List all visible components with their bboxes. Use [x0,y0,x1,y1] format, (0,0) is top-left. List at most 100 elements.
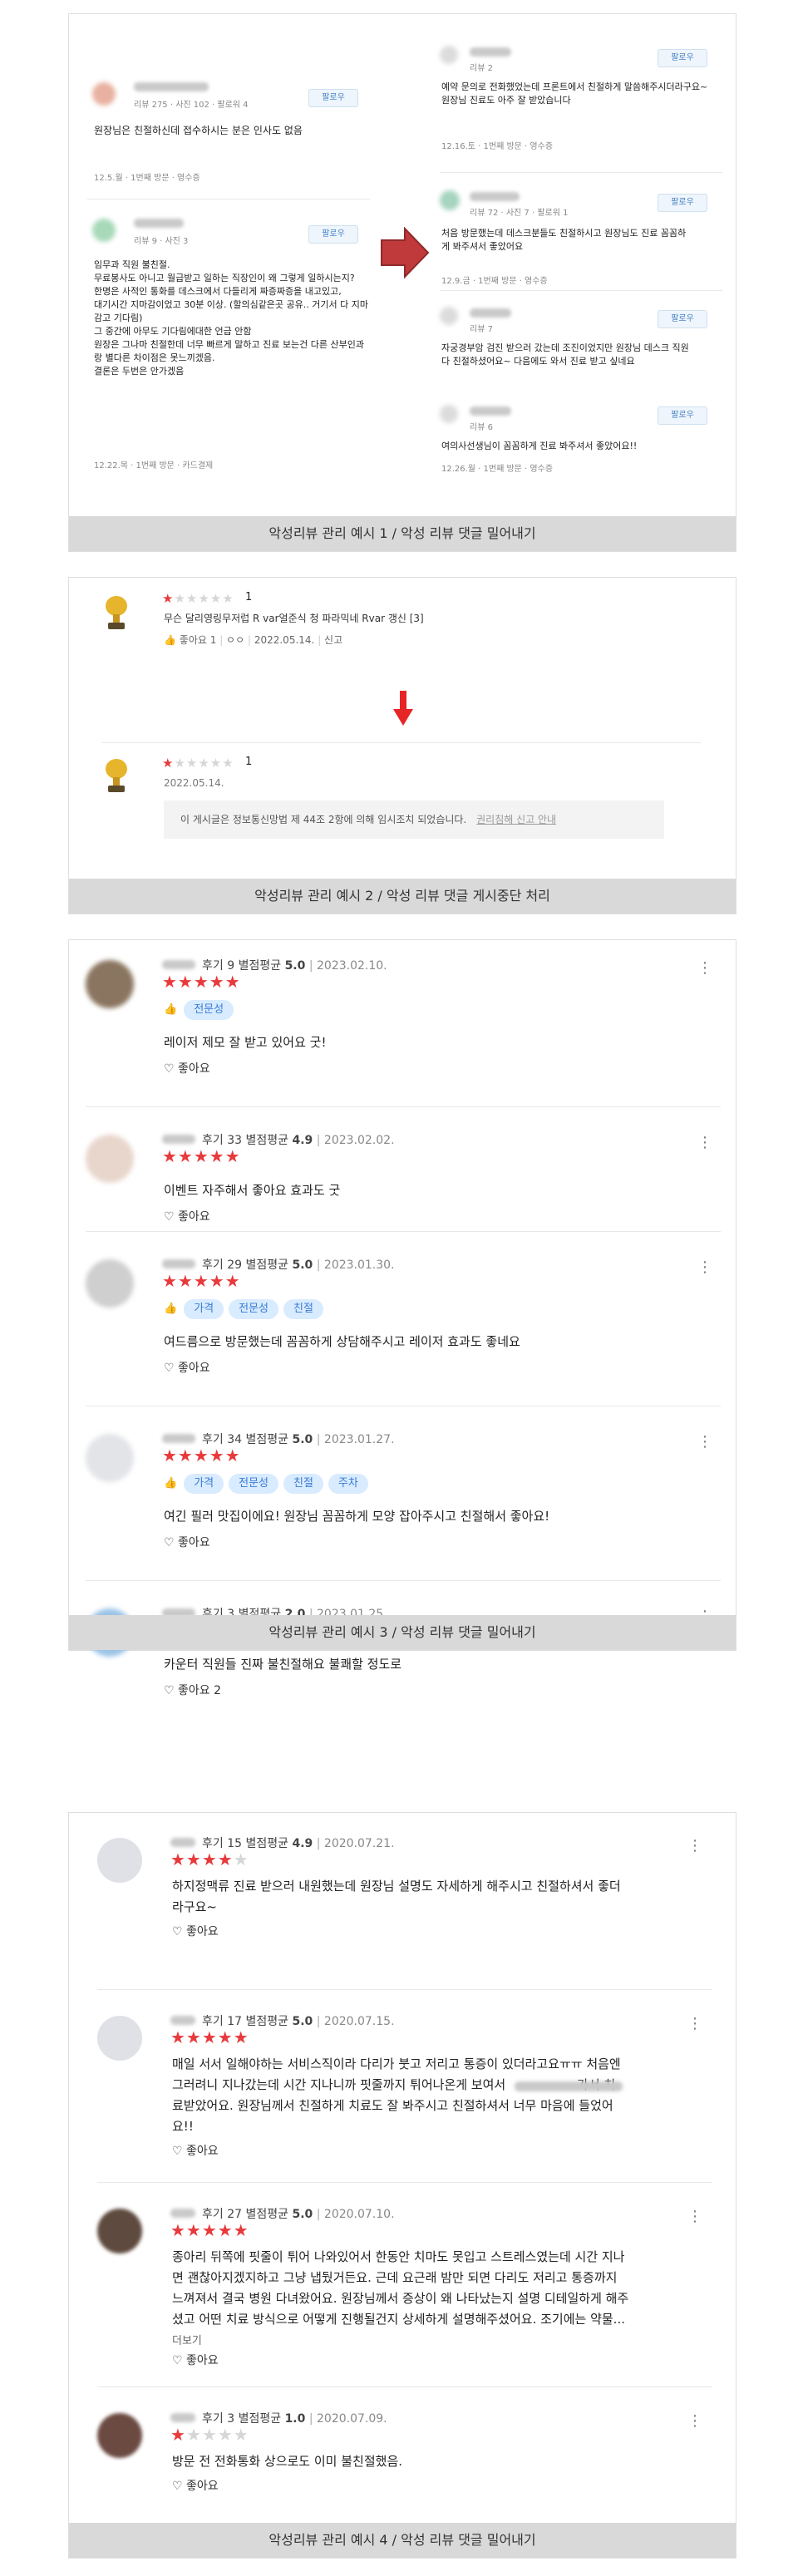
rating-stars: ★★★★★ [170,2425,249,2445]
divider [97,1989,712,1990]
username-blurred [170,1838,195,1847]
notice-text: 이 게시글은 정보통신망법 제 44조 2항에 의해 임시조치 되었습니다. [180,814,467,825]
follow-button[interactable]: 팔로우 [658,194,707,212]
username-blurred [162,1135,195,1144]
comment-after: ★★★★★★ 1 2022.05.14. 이 게시글은 정보통신망법 제 44조… [102,752,701,860]
review-meta: 후기 33 별점평균 4.9 | 2023.02.02. [202,1134,395,1147]
review-line: 셨고 어떤 치료 방식으로 어떻게 진행될건지 상세하게 설명해주셨어요. 조기… [172,2312,625,2327]
thumbs-up-icon: 👍 [164,1303,178,1315]
username-blurred [134,219,184,228]
divider [440,172,722,173]
review-date: 2020.07.10. [323,2208,395,2221]
review-line: 그 중간에 아무도 기다림에대한 언급 안함 [94,326,252,337]
like-button[interactable]: ♡ 좋아요 [172,2352,219,2368]
follow-button[interactable]: 팔로우 [658,310,707,328]
review-line: 그러려니 지나갔는데 시간 지나니까 핏줄까지 튀어나온게 보여서 가서 치 [172,2077,616,2092]
rating-score: 1 [245,591,253,603]
more-options-icon[interactable]: ⋮ [697,1135,712,1151]
average-score: 5.0 [292,1433,313,1446]
like-button[interactable]: ♡ 좋아요 [164,1208,210,1224]
follow-button[interactable]: 팔로우 [658,49,707,67]
divider [97,2182,712,2183]
like-button[interactable]: ♡ 좋아요 [172,2142,219,2159]
review-date: 2020.07.09. [317,2412,387,2426]
keyword-tags: 👍 전문성 [164,1000,239,1020]
average-score: 4.9 [292,1134,313,1147]
reviewer-stats: 리뷰 9 · 사진 3 [134,237,189,246]
heart-icon: ♡ [172,2354,183,2367]
avatar [97,2016,142,2061]
like-button[interactable]: ♡ 좋아요 [172,2477,219,2494]
arrow-right-icon [381,227,430,278]
review-text: 종아리 뒤쪽에 핏줄이 튀어 나와있어서 한동안 치마도 못입고 스트레스였는데… [172,2247,704,2330]
like-button[interactable]: ♡ 좋아요 [172,1923,219,1939]
comment-footer: 👍 좋아요 1 | ㅇㅇ | 2022.05.14. | 신고 [164,634,343,646]
review-date: 2020.07.21. [323,1837,395,1850]
thumbs-up-icon[interactable]: 👍 [164,634,176,646]
average-label: 별점평균 [245,1837,289,1850]
rating-stars: ★★★★★ [162,1446,241,1465]
panel-example-4: 후기 15 별점평균 4.9 | 2020.07.21. ⋮ ★★★★★ 하지정맥류 … [68,1812,736,2559]
keyword-tag: 가격 [184,1474,224,1494]
avatar [97,2413,142,2458]
keyword-tags: 👍 가격 전문성 친절 [164,1299,328,1319]
username-blurred [470,47,511,57]
more-options-icon[interactable]: ⋮ [697,1259,712,1276]
review-date: 2020.07.15. [323,2015,395,2028]
read-more-link[interactable]: 더보기 [172,2332,202,2347]
more-options-icon[interactable]: ⋮ [687,2016,702,2032]
more-options-icon[interactable]: ⋮ [687,2413,702,2430]
review-text: 여긴 필러 맛집이에요! 원장님 꼼꼼하게 모양 잡아주시고 친절해서 좋아요! [164,1509,550,1524]
review-text: 원장님은 친절하신데 접수하시는 분은 인사도 없음 [94,125,303,136]
comment-count[interactable]: ㅇㅇ [226,634,244,646]
avatar [86,1434,134,1482]
review-line: 료받았어요. 원장님께서 친절하게 치료도 잘 봐주시고 친절하셔서 너무 마음… [172,2098,613,2113]
review-meta: 후기 29 별점평균 5.0 | 2023.01.30. [202,1258,395,1272]
divider [86,1580,721,1581]
like-button[interactable]: ♡ 좋아요 2 [164,1682,221,1698]
more-options-icon[interactable]: ⋮ [687,1838,702,1854]
avatar [86,1135,134,1183]
reviewer-stats: 리뷰 275 · 사진 102 · 팔로워 4 [134,101,249,110]
review-line: 결론은 두번은 안가겠음 [94,366,185,377]
review-count: 후기 33 [202,1134,243,1147]
rights-infringement-link[interactable]: 권리침해 신고 안내 [476,814,556,825]
temporary-measure-notice: 이 게시글은 정보통신망법 제 44조 2항에 의해 임시조치 되었습니다. 권… [164,800,664,839]
like-button[interactable]: ♡ 좋아요 [164,1534,210,1550]
review-text: 예약 문의로 전화했었는데 프론트에서 친절하게 말씀해주시더라구요~ 원장님 … [441,81,716,107]
keyword-tags: 👍 가격 전문성 친절 주차 [164,1474,373,1494]
more-options-icon[interactable]: ⋮ [697,1434,712,1451]
more-options-icon[interactable]: ⋮ [687,2209,702,2225]
heart-icon: ♡ [172,1925,183,1938]
review-line: 면 괜찮아지겠지하고 그냥 냅뒀거든요. 근데 요근래 밤만 되면 다리도 저리… [172,2270,618,2285]
report-link[interactable]: 신고 [324,634,342,646]
like-label: 좋아요 [186,1925,219,1938]
rating-stars: ★★★★★ [170,2220,249,2240]
review-meta: 12.5.월 · 1번째 방문 · 영수증 [94,174,200,183]
like-button[interactable]: ♡ 좋아요 [164,1060,210,1076]
review-date: 2023.01.27. [323,1433,395,1446]
review-text: 처음 방문했는데 데스크분들도 친절하시고 원장님도 진료 꼼꼼하게 봐주셔서 … [441,228,687,252]
heart-icon: ♡ [164,1536,175,1549]
rating-stars: ★★★★★★ [162,591,234,606]
like-count[interactable]: 좋아요 1 [180,634,217,646]
review-text: 방문 전 전화통화 상으로도 이미 불친절했음. [172,2451,704,2472]
heart-icon: ♡ [164,1210,175,1224]
average-label: 별점평균 [238,2412,282,2426]
follow-button[interactable]: 팔로우 [308,225,358,244]
review-text: 임무과 직원 불친절. 무료봉사도 아니고 월급받고 일하는 직장인이 왜 그렇… [94,259,368,378]
follow-button[interactable]: 팔로우 [308,89,358,107]
average-score: 5.0 [284,959,306,973]
keyword-tag: 전문성 [229,1299,278,1319]
review-count: 후기 17 [202,2015,243,2028]
keyword-tag: 주차 [328,1474,368,1494]
review-date: 2023.02.10. [317,959,387,973]
like-label: 좋아요 [186,2354,219,2367]
trophy-icon [106,596,127,629]
like-button[interactable]: ♡ 좋아요 [164,1359,210,1376]
average-score: 5.0 [292,1258,313,1272]
follow-button[interactable]: 팔로우 [658,406,707,425]
trophy-icon [106,759,127,792]
more-options-icon[interactable]: ⋮ [697,960,712,977]
heart-icon: ♡ [172,2145,183,2158]
